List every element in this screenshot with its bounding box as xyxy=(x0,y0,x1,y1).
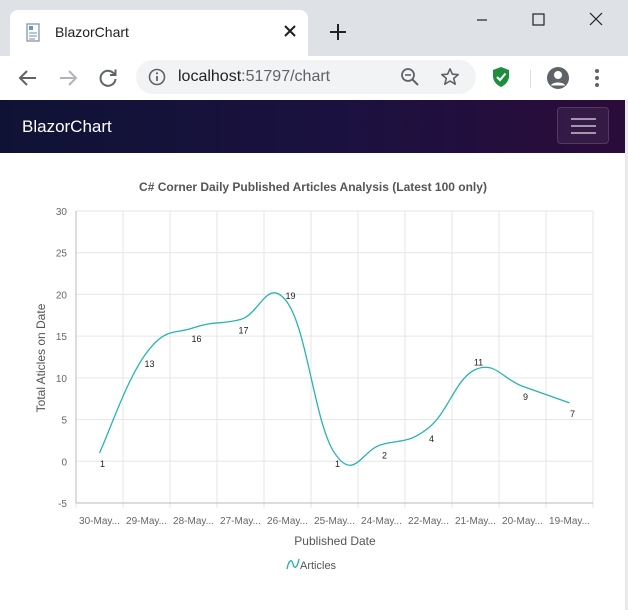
data-label: 1 xyxy=(100,459,105,469)
data-label: 19 xyxy=(285,291,295,301)
address-bar[interactable]: localhost:51797/chart xyxy=(136,60,476,94)
star-icon[interactable] xyxy=(440,67,460,87)
x-axis-ticks: 30-May... 29-May... 28-May... 27-May... 26-M… xyxy=(79,516,590,527)
data-label: 9 xyxy=(523,392,528,402)
zoom-out-icon[interactable] xyxy=(400,67,420,87)
app-navbar: BlazorChart xyxy=(0,100,625,153)
arrow-right-icon[interactable] xyxy=(56,66,80,90)
data-label: 17 xyxy=(238,325,248,335)
data-label: 2 xyxy=(382,451,387,461)
data-label: 7 xyxy=(570,409,575,419)
minimize-icon[interactable] xyxy=(462,6,502,34)
account-circle-icon[interactable] xyxy=(546,66,570,90)
data-label: 16 xyxy=(191,334,201,344)
y-tick-label: 20 xyxy=(56,290,68,301)
x-tick-label: 25-May... xyxy=(314,516,355,527)
browser-tab[interactable]: BlazorChart xyxy=(10,10,308,56)
toolbar-separator xyxy=(530,70,531,88)
browser-tab-strip: BlazorChart xyxy=(0,0,628,56)
arrow-left-icon[interactable] xyxy=(16,66,40,90)
x-tick-label: 29-May... xyxy=(126,516,167,527)
x-tick-label: 19-May... xyxy=(549,516,590,527)
url-text[interactable]: localhost:51797/chart xyxy=(178,68,330,86)
y-tick-label: 15 xyxy=(56,332,68,343)
page-content: C# Corner Daily Published Articles Analy… xyxy=(0,153,625,610)
y-tick-label: 10 xyxy=(56,374,68,385)
x-axis-label: Published Date xyxy=(294,534,376,548)
hamburger-icon xyxy=(571,132,596,134)
x-tick-label: 21-May... xyxy=(455,516,496,527)
x-tick-label: 20-May... xyxy=(502,516,543,527)
browser-toolbar: localhost:51797/chart xyxy=(0,56,628,100)
line-chart: C# Corner Daily Published Articles Analy… xyxy=(0,153,625,610)
x-tick-label: 28-May... xyxy=(173,516,214,527)
data-label: 13 xyxy=(144,359,154,369)
data-label: 1 xyxy=(335,459,340,469)
y-tick-label: 0 xyxy=(61,457,67,468)
app-brand[interactable]: BlazorChart xyxy=(22,117,112,137)
legend-series-icon xyxy=(287,559,299,569)
y-tick-label: 5 xyxy=(61,416,67,427)
x-tick-label: 27-May... xyxy=(220,516,261,527)
document-icon xyxy=(26,23,42,43)
y-axis-ticks: -5 0 5 10 15 20 25 30 xyxy=(56,207,68,510)
x-tick-label: 26-May... xyxy=(267,516,308,527)
three-dots-vertical-icon[interactable] xyxy=(588,66,606,90)
shield-icon[interactable] xyxy=(491,66,511,88)
hamburger-icon xyxy=(571,125,596,127)
y-axis-label: Total Aticles on Date xyxy=(34,303,48,412)
x-tick-label: 30-May... xyxy=(79,516,120,527)
y-tick-label: 25 xyxy=(56,249,68,260)
y-tick-label: -5 xyxy=(58,499,67,510)
url-path: :51797/chart xyxy=(241,68,330,85)
close-icon[interactable] xyxy=(280,21,300,41)
legend-label: Articles xyxy=(300,560,337,572)
data-label: 4 xyxy=(429,434,434,444)
data-label: 11 xyxy=(474,358,483,368)
reload-icon[interactable] xyxy=(96,66,120,90)
hamburger-icon xyxy=(571,118,596,120)
chart-legend[interactable]: Articles xyxy=(287,559,337,572)
nav-toggle-button[interactable] xyxy=(557,107,609,144)
maximize-icon[interactable] xyxy=(518,6,558,34)
info-icon[interactable] xyxy=(148,68,166,86)
url-host: localhost xyxy=(178,68,241,85)
y-tick-label: 30 xyxy=(56,207,68,218)
chart-title: C# Corner Daily Published Articles Analy… xyxy=(139,180,487,194)
x-tick-label: 22-May... xyxy=(408,516,449,527)
data-labels: 1 13 16 17 19 1 2 4 11 9 7 xyxy=(100,291,575,469)
plus-icon[interactable] xyxy=(326,20,350,44)
window-close-icon[interactable] xyxy=(576,6,616,34)
x-tick-label: 24-May... xyxy=(361,516,402,527)
tab-title: BlazorChart xyxy=(55,24,129,40)
